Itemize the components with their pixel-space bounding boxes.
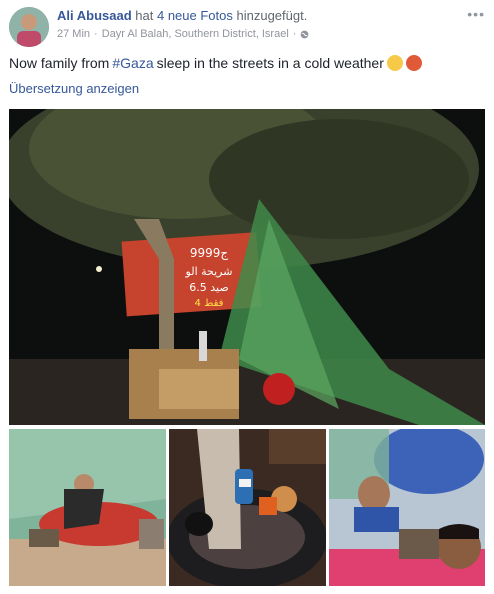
- post-text-end: sleep in the streets in a cold weather: [156, 55, 384, 71]
- see-translation-link[interactable]: Übersetzung anzeigen: [9, 81, 139, 96]
- author-name-link[interactable]: Ali Abusaad: [57, 8, 132, 23]
- post-text: Now family from #Gaza sleep in the stree…: [9, 55, 422, 71]
- main-photo-tree-tent-night[interactable]: 9999ج شريحة الو صيد 6.5 فقط 4: [9, 109, 485, 425]
- post-text-start: Now family from: [9, 55, 110, 71]
- post-header: Ali Abusaad hat 4 neue Fotos hinzugefügt…: [0, 0, 494, 50]
- location-link[interactable]: Dayr Al Balah, Southern District, Israel: [102, 28, 289, 40]
- sign-line-4: فقط 4: [195, 298, 224, 309]
- photo-thumbnail-tree-tire-items[interactable]: [169, 429, 326, 586]
- hashtag-link[interactable]: #Gaza: [112, 55, 153, 71]
- photo-thumbnail-sleeping-children[interactable]: [329, 429, 485, 586]
- globe-icon[interactable]: [300, 30, 309, 39]
- timestamp-link[interactable]: 27 Min: [57, 28, 90, 40]
- post-title-line: Ali Abusaad hat 4 neue Fotos hinzugefügt…: [57, 8, 307, 23]
- angry-face-emoji: [405, 55, 422, 71]
- new-photos-link[interactable]: 4 neue Fotos: [157, 8, 233, 23]
- sign-line-2: شريحة الو: [185, 265, 233, 278]
- verb-before: hat: [135, 8, 154, 23]
- relieved-face-emoji: [386, 55, 403, 71]
- meta-separator: ·: [292, 28, 297, 40]
- photo-thumbnail-man-under-tarp[interactable]: [9, 429, 166, 586]
- more-options-icon[interactable]: •••: [467, 6, 485, 22]
- avatar[interactable]: [9, 7, 49, 47]
- sign-line-3: صيد 6.5: [189, 281, 228, 294]
- verb-after: hinzugefügt.: [236, 8, 308, 23]
- meta-separator: ·: [94, 28, 98, 40]
- sign-line-1: 9999ج: [190, 246, 229, 260]
- post-meta: 27 Min · Dayr Al Balah, Southern Distric…: [57, 28, 309, 40]
